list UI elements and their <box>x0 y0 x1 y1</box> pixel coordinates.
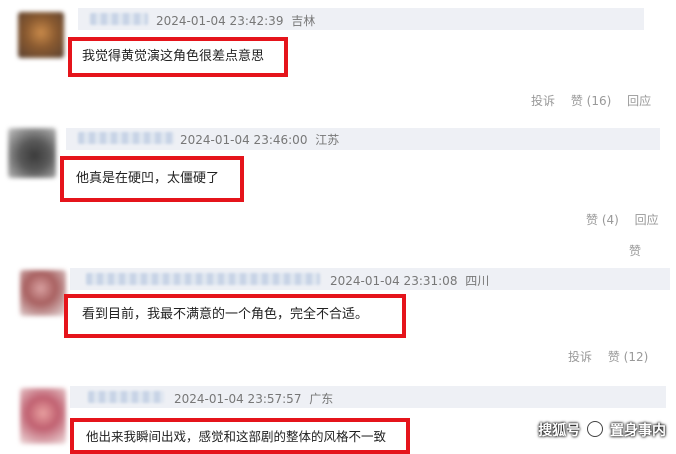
watermark-brand: 搜狐号 <box>538 423 581 439</box>
comment-item: 2024-01-04 23:31:08 四川 看到目前，我最不满意的一个角色，完… <box>0 262 676 374</box>
comment-location: 广东 <box>309 392 334 406</box>
username[interactable] <box>86 273 320 285</box>
avatar[interactable] <box>20 388 66 444</box>
avatar[interactable] <box>8 128 56 178</box>
comment-text: 我觉得黄觉演这角色很差点意思 <box>82 49 265 64</box>
comment-text: 他出来我瞬间出戏，感觉和这部剧的整体的风格不一致 <box>86 429 387 444</box>
watermark-account: 置身事内 <box>610 423 666 439</box>
comment-item: 2024-01-04 23:42:39 吉林 我觉得黄觉演这角色很差点意思 投诉… <box>0 0 676 112</box>
comment-meta: 2024-01-04 23:31:08 四川 <box>330 272 489 289</box>
report-button[interactable]: 投诉 <box>568 350 592 364</box>
username[interactable] <box>88 391 164 403</box>
comment-timestamp: 2024-01-04 23:42:39 <box>156 14 284 28</box>
like-button[interactable]: 赞 (12) <box>608 350 648 364</box>
comment-timestamp: 2024-01-04 23:57:57 <box>174 392 302 406</box>
sohu-logo-icon <box>587 421 604 437</box>
like-button[interactable]: 赞 (4) <box>586 213 619 227</box>
username[interactable] <box>78 132 174 144</box>
comment-location: 江苏 <box>315 133 340 147</box>
comment-actions: 投诉 赞 (12) <box>568 348 648 365</box>
comment-text: 他真是在硬凹，太僵硬了 <box>76 171 220 186</box>
like-button[interactable]: 赞 (16) <box>571 94 611 108</box>
comment-location: 四川 <box>465 274 490 288</box>
comment-text: 看到目前，我最不满意的一个角色，完全不合适。 <box>82 307 369 322</box>
username[interactable] <box>90 13 148 25</box>
like-label: 赞 <box>629 244 642 258</box>
report-button[interactable]: 投诉 <box>531 94 555 108</box>
comment-timestamp: 2024-01-04 23:31:08 <box>330 274 458 288</box>
like-button-secondary[interactable]: 赞 <box>629 242 641 259</box>
comment-meta: 2024-01-04 23:42:39 吉林 <box>156 12 315 29</box>
watermark: 搜狐号 置身事内 <box>538 420 666 440</box>
reply-button[interactable]: 回应 <box>627 94 651 108</box>
comment-meta: 2024-01-04 23:57:57 广东 <box>174 390 333 407</box>
avatar[interactable] <box>18 12 64 58</box>
comment-actions: 投诉 赞 (16) 回应 <box>531 92 651 109</box>
comment-item: 2024-01-04 23:46:00 江苏 他真是在硬凹，太僵硬了 赞 (4)… <box>0 112 676 262</box>
avatar[interactable] <box>20 270 66 316</box>
comment-actions: 赞 (4) 回应 <box>586 211 659 228</box>
comment-location: 吉林 <box>291 14 316 28</box>
comment-timestamp: 2024-01-04 23:46:00 <box>180 133 308 147</box>
comment-meta: 2024-01-04 23:46:00 江苏 <box>180 131 339 148</box>
reply-button[interactable]: 回应 <box>635 213 659 227</box>
